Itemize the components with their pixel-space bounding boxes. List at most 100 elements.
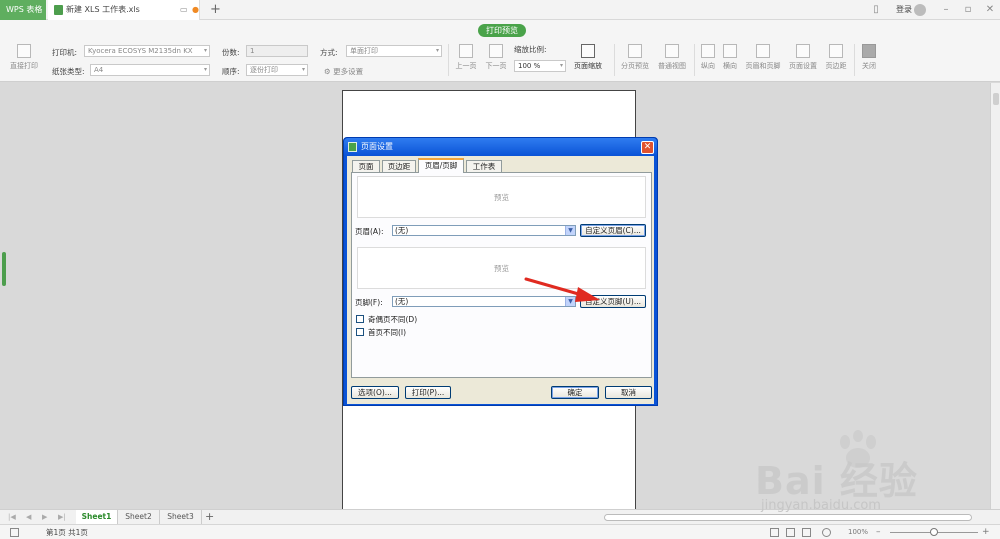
chevron-down-icon: ▾ <box>203 66 207 73</box>
more-settings-link[interactable]: ⚙ 更多设置 <box>324 66 363 77</box>
landscape-button[interactable]: 横向 <box>720 44 740 71</box>
dialog-close-icon[interactable]: ✕ <box>641 141 654 154</box>
close-window-icon[interactable]: ✕ <box>980 0 1000 20</box>
dialog-title-bar[interactable]: 页面设置 ✕ <box>344 138 657 156</box>
footer-label: 页脚(F): <box>355 298 383 307</box>
direct-print-label: 直接打印 <box>10 62 38 70</box>
options-button[interactable]: 选项(O)... <box>351 386 399 399</box>
next-page-label: 下一页 <box>485 62 507 70</box>
portrait-label: 纵向 <box>701 62 715 70</box>
watermark-brand: Bai 经验 <box>755 459 918 503</box>
paper-type-select[interactable]: A4 ▾ <box>90 64 210 76</box>
tab-header-footer[interactable]: 页眉/页脚 <box>418 158 464 173</box>
first-page-label: 首页不同(I) <box>368 328 407 337</box>
annotation-arrow-icon <box>524 277 600 302</box>
page-zoom-icon <box>581 44 595 58</box>
more-settings-label: 更多设置 <box>333 67 364 76</box>
paper-type-value: A4 <box>94 66 104 74</box>
next-page-icon <box>489 44 503 58</box>
printer-value: Kyocera ECOSYS M2135dn KX <box>88 47 193 55</box>
mode-select[interactable]: 单面打印 ▾ <box>346 45 442 57</box>
copies-value: 1 <box>250 47 255 55</box>
ribbon-divider <box>694 44 695 76</box>
portrait-button[interactable]: 纵向 <box>698 44 718 71</box>
tab-margins[interactable]: 页边距 <box>382 160 416 172</box>
first-page-checkbox[interactable] <box>356 328 364 336</box>
page-setup-icon <box>796 44 810 58</box>
order-select[interactable]: 逐份打印 ▾ <box>246 64 308 76</box>
close-preview-label: 关闭 <box>862 62 876 70</box>
header-label: 页眉(A): <box>355 227 384 236</box>
tab-worksheet[interactable]: 工作表 <box>466 160 502 172</box>
custom-header-button[interactable]: 自定义页眉(C)... <box>580 224 646 237</box>
sheet-tab-sheet1[interactable]: Sheet1 <box>76 510 118 525</box>
ribbon-divider <box>854 44 855 76</box>
page-zoom-label: 页面缩放 <box>574 62 602 70</box>
header-footer-button[interactable]: 页眉和页脚 <box>742 44 784 71</box>
prev-page-button[interactable]: 上一页 <box>452 44 480 71</box>
prev-page-label: 上一页 <box>455 62 477 70</box>
new-tab-icon[interactable]: + <box>210 0 221 19</box>
ok-button[interactable]: 确定 <box>551 386 599 399</box>
page-setup-button[interactable]: 页面设置 <box>786 44 820 71</box>
app-tab[interactable]: WPS 表格 <box>0 0 46 20</box>
header-value: (无) <box>395 226 409 235</box>
grid-icon <box>665 44 679 58</box>
copies-input[interactable]: 1 <box>246 45 308 57</box>
order-label: 顺序: <box>222 67 240 76</box>
prev-sheet-icon[interactable]: ◀ <box>26 510 31 525</box>
minimize-icon[interactable]: – <box>936 0 956 20</box>
copies-label: 份数: <box>222 48 240 57</box>
add-sheet-icon[interactable]: + <box>205 510 214 524</box>
chevron-down-icon[interactable]: ▼ <box>565 226 575 235</box>
chevron-down-icon: ▾ <box>203 47 207 54</box>
direct-print-button[interactable]: 直接打印 <box>6 44 42 71</box>
printer-label: 打印机: <box>52 48 78 57</box>
print-button[interactable]: 打印(P)... <box>405 386 451 399</box>
ribbon-divider <box>448 44 449 76</box>
tab-page[interactable]: 页面 <box>352 160 380 172</box>
spreadsheet-icon <box>348 142 357 152</box>
normal-view-label: 普通视图 <box>658 62 686 70</box>
sheet-tab-sheet3[interactable]: Sheet3 <box>160 510 202 525</box>
normal-view-button[interactable]: 普通视图 <box>654 44 690 71</box>
sheet-tab-sheet2[interactable]: Sheet2 <box>118 510 160 525</box>
skin-icon[interactable]: ▯ <box>866 0 886 20</box>
close-preview-button[interactable]: 关闭 <box>858 44 880 71</box>
odd-even-checkbox[interactable] <box>356 315 364 323</box>
margins-button[interactable]: 页边距 <box>822 44 850 71</box>
cancel-button[interactable]: 取消 <box>605 386 652 399</box>
header-select[interactable]: (无) ▼ <box>392 225 576 236</box>
page-break-preview-button[interactable]: 分页预览 <box>618 44 652 71</box>
next-page-button[interactable]: 下一页 <box>482 44 510 71</box>
zoom-label: 缩放比例: <box>514 45 547 54</box>
page-break-icon <box>628 44 642 58</box>
spreadsheet-icon <box>54 5 63 15</box>
zoom-select[interactable]: 100 % ▾ <box>514 60 566 72</box>
margins-icon <box>829 44 843 58</box>
document-tab[interactable]: 新建 XLS 工作表.xls <box>48 0 200 20</box>
header-footer-label: 页眉和页脚 <box>745 62 781 70</box>
page-zoom-button[interactable]: 页面缩放 <box>568 44 608 71</box>
last-sheet-icon[interactable]: ▶| <box>58 510 66 525</box>
first-sheet-icon[interactable]: |◀ <box>8 510 16 525</box>
chevron-down-icon: ▾ <box>301 66 305 73</box>
printer-select[interactable]: Kyocera ECOSYS M2135dn KX ▾ <box>84 45 210 57</box>
title-bar: WPS 表格 新建 XLS 工作表.xls ▭ ● + ▯ 登录 – ▫ ✕ <box>0 0 1000 20</box>
sidebar-handle[interactable] <box>2 252 6 286</box>
login-link[interactable]: 登录 <box>896 0 912 20</box>
page-break-preview-label: 分页预览 <box>621 62 649 70</box>
next-sheet-icon[interactable]: ▶ <box>42 510 47 525</box>
unsaved-dot-icon: ● <box>192 5 199 14</box>
odd-even-label: 奇偶页不同(D) <box>368 315 418 324</box>
avatar[interactable] <box>914 4 926 16</box>
maximize-icon[interactable]: ▫ <box>958 0 978 20</box>
macro-icon[interactable] <box>10 528 19 537</box>
tab-menu-icon[interactable]: ▭ <box>180 0 188 20</box>
scrollbar-thumb[interactable] <box>993 93 999 105</box>
print-preview-ribbon: 打印预览 直接打印 打印机: Kyocera ECOSYS M2135dn KX… <box>0 20 1000 82</box>
chevron-down-icon: ▾ <box>559 62 563 69</box>
header-footer-icon <box>756 44 770 58</box>
footer-value: (无) <box>395 297 409 306</box>
zoom-value: 100 % <box>518 62 541 70</box>
